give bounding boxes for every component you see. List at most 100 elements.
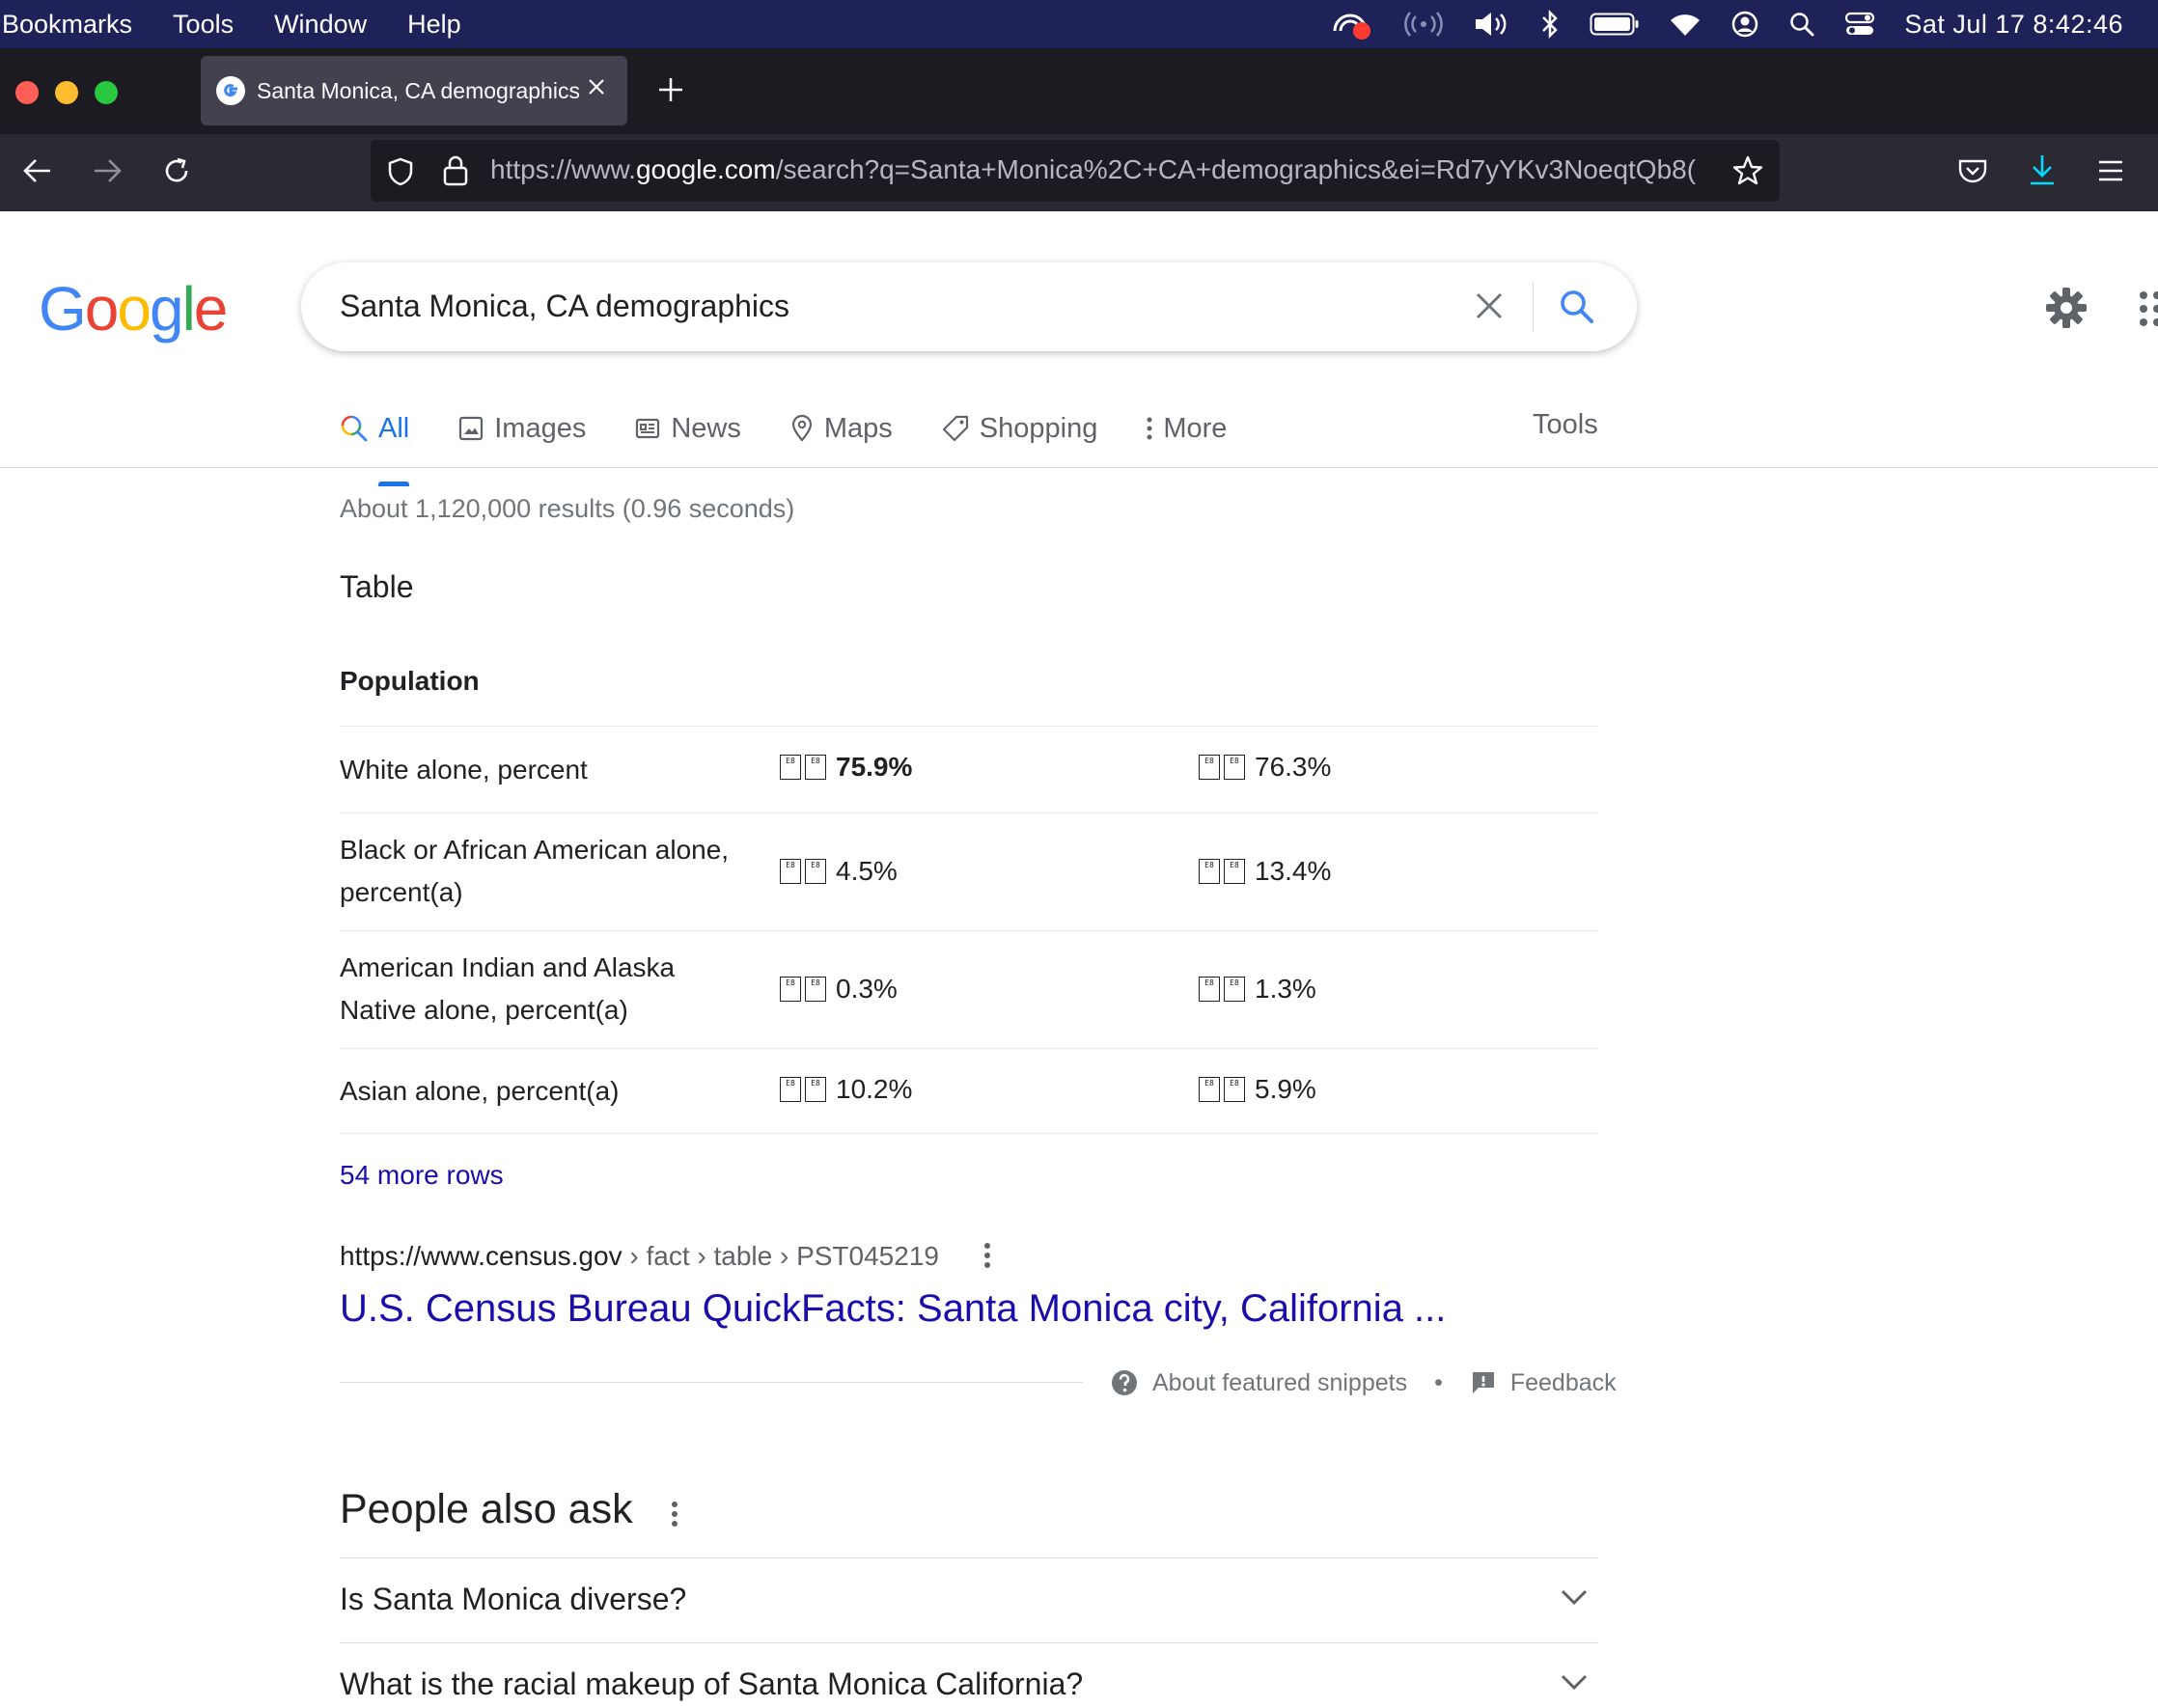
menu-help[interactable]: Help (407, 10, 461, 40)
row-value-santa-monica: E8 E8 75.9% (780, 752, 912, 783)
wifi-icon[interactable] (1669, 11, 1702, 38)
feedback-icon (1472, 1372, 1494, 1393)
tab-shopping[interactable]: Shopping (941, 405, 1098, 452)
window-minimize-button[interactable] (55, 81, 78, 104)
paa-question[interactable]: Is Santa Monica diverse? (340, 1557, 1598, 1642)
bluetooth-icon[interactable] (1539, 9, 1561, 40)
google-apps-icon[interactable] (2137, 289, 2158, 328)
glyph-box: E8 (780, 755, 801, 780)
tab-maps-label: Maps (823, 412, 893, 444)
result-title-link[interactable]: U.S. Census Bureau QuickFacts: Santa Mon… (340, 1287, 1446, 1331)
glyph-box: E8 (1224, 1077, 1245, 1102)
tab-news[interactable]: News (634, 405, 741, 452)
logo-letter: o (117, 274, 152, 344)
tab-news-label: News (671, 412, 741, 444)
row-value: 5.9% (1255, 1074, 1316, 1104)
control-center-icon[interactable] (1844, 11, 1875, 38)
chevron-down-icon (1561, 1589, 1588, 1606)
tab-all[interactable]: All (340, 405, 410, 486)
window-zoom-button[interactable] (95, 81, 118, 104)
clear-search-icon[interactable] (1473, 289, 1506, 322)
bookmark-star-icon[interactable] (1731, 154, 1764, 187)
feedback-link[interactable]: Feedback (1510, 1369, 1617, 1397)
search-box-divider (1533, 282, 1534, 332)
glyph-box: E8 (1199, 859, 1220, 884)
row-value-santa-monica: E8 E8 4.5% (780, 856, 898, 887)
glyph-box: E8 (780, 859, 801, 884)
row-label-line: Asian alone, percent(a) (340, 1076, 620, 1106)
tab-title: Santa Monica, CA demographics (257, 77, 579, 103)
screen-record-icon[interactable] (1331, 8, 1373, 41)
reload-icon[interactable] (160, 154, 193, 187)
row-label-line: percent(a) (340, 877, 463, 907)
tab-images[interactable]: Images (457, 405, 586, 452)
downloads-icon[interactable] (2027, 152, 2058, 187)
row-value-comparison: E8 E8 13.4% (1199, 856, 1331, 887)
menu-tools[interactable]: Tools (173, 10, 234, 40)
spotlight-search-icon[interactable] (1788, 11, 1815, 38)
search-input[interactable] (340, 282, 1401, 330)
window-close-button[interactable] (15, 81, 39, 104)
battery-icon[interactable] (1590, 12, 1640, 37)
search-icon[interactable] (1558, 288, 1596, 326)
table-row: Black or African American alone, percent… (340, 813, 1598, 930)
tab-more-label: More (1163, 412, 1228, 444)
tabs-divider (0, 467, 2158, 468)
pocket-icon[interactable] (1957, 156, 1988, 185)
logo-letter: G (39, 274, 87, 344)
hamburger-menu-icon[interactable] (2096, 158, 2125, 183)
row-label-line: Native alone, percent(a) (340, 995, 628, 1025)
row-value-comparison: E8 E8 76.3% (1199, 752, 1331, 783)
search-type-tabs: All Images News Maps Shopping More (340, 405, 1227, 486)
menu-bookmarks[interactable]: Bookmarks (2, 10, 132, 40)
tab-close-icon[interactable] (585, 75, 608, 98)
glyph-box: E8 (1224, 755, 1245, 780)
back-arrow-icon[interactable] (21, 156, 54, 185)
paa-question[interactable]: What is the racial makeup of Santa Monic… (340, 1642, 1598, 1708)
google-logo[interactable]: Google (39, 273, 229, 344)
menubar-clock[interactable]: Sat Jul 17 8:42:46 (1904, 10, 2123, 40)
about-featured-snippets-link[interactable]: About featured snippets (1152, 1369, 1407, 1397)
glyph-box: E8 (780, 1077, 801, 1102)
row-value-comparison: E8 E8 1.3% (1199, 974, 1316, 1005)
tools-button[interactable]: Tools (1533, 409, 1598, 441)
tab-images-label: Images (494, 412, 587, 444)
forward-arrow-icon[interactable] (91, 156, 124, 185)
map-pin-icon (791, 414, 812, 442)
padlock-icon[interactable] (442, 154, 469, 187)
cite-domain: https://www.census.gov (340, 1241, 622, 1271)
new-tab-icon[interactable] (656, 75, 685, 104)
table-header: Population (340, 666, 480, 696)
tab-maps[interactable]: Maps (789, 405, 893, 452)
missing-glyph-icon: E8 E8 (780, 755, 826, 780)
result-options-dots-icon[interactable] (981, 1241, 994, 1270)
more-rows-link[interactable]: 54 more rows (340, 1160, 504, 1191)
browser-tab-active[interactable]: Santa Monica, CA demographics (201, 56, 627, 125)
row-label: Black or African American alone, percent… (340, 829, 764, 914)
row-label: Asian alone, percent(a) (340, 1070, 764, 1113)
tab-more[interactable]: More (1146, 405, 1227, 452)
volume-icon[interactable] (1474, 10, 1510, 39)
logo-letter: g (149, 274, 184, 344)
menu-window[interactable]: Window (274, 10, 367, 40)
snippet-footer-divider (340, 1382, 1083, 1383)
airdrop-icon[interactable] (1402, 10, 1445, 39)
settings-gear-icon[interactable] (2044, 286, 2089, 330)
tab-shopping-label: Shopping (979, 412, 1098, 444)
image-icon (459, 416, 484, 441)
logo-letter: e (193, 274, 229, 344)
paa-options-dots-icon[interactable] (668, 1500, 681, 1529)
macos-menu-bar: Bookmarks Tools Window Help Sat Jul 17 8… (0, 0, 2158, 48)
glyph-box: E8 (805, 859, 826, 884)
url-scheme: https://www. (490, 154, 636, 184)
user-account-icon[interactable] (1730, 10, 1759, 39)
result-citation[interactable]: https://www.census.gov › fact › table › … (340, 1241, 939, 1272)
logo-letter: l (181, 274, 196, 344)
paa-question-text: Is Santa Monica diverse? (340, 1582, 687, 1616)
row-value: 4.5% (836, 856, 898, 886)
missing-glyph-icon: E8 E8 (1199, 755, 1245, 780)
tracking-protection-shield-icon[interactable] (386, 156, 415, 187)
multicolor-search-icon (341, 415, 368, 442)
logo-letter: o (84, 274, 120, 344)
url-text[interactable]: https://www.google.com/search?q=Santa+Mo… (490, 154, 1716, 189)
